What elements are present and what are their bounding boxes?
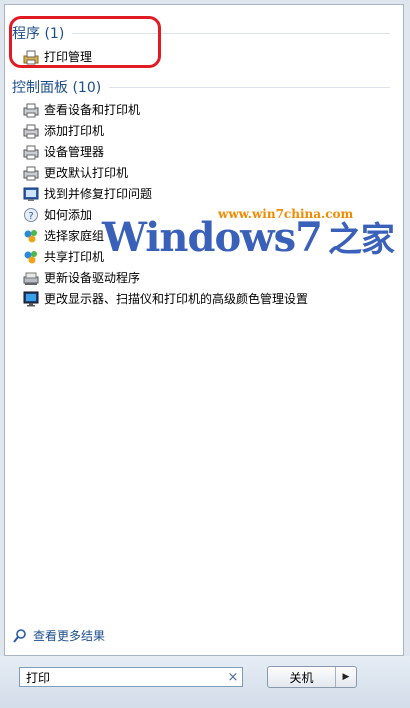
cp-item-add-printer[interactable]: 添加打印机 [23, 121, 104, 141]
shutdown-button[interactable]: 关机 [268, 667, 336, 687]
svg-text:?: ? [28, 211, 33, 222]
cp-item-label: 更改默认打印机 [44, 166, 129, 180]
printer-icon [23, 165, 39, 181]
printer-icon [23, 144, 39, 160]
cp-item-update-driver[interactable]: 更新设备驱动程序 [23, 268, 140, 288]
cp-item-label: 更新设备驱动程序 [44, 271, 141, 285]
cp-item-share-printer[interactable]: 共享打印机 [23, 247, 104, 267]
shutdown-button-group: 关机 ▶ [267, 666, 357, 688]
cp-item-color-management[interactable]: 更改显示器、扫描仪和打印机的高级颜色管理设置 [23, 289, 308, 309]
control-panel-header: 控制面板 (10) [12, 77, 390, 97]
search-input[interactable]: 打印 × [19, 667, 243, 687]
cp-item-device-manager[interactable]: 设备管理器 [23, 142, 104, 162]
watermark-brand-cn: 之家 [327, 220, 395, 260]
cp-item-label: 找到并修复打印问题 [44, 187, 153, 201]
see-more-results-label: 查看更多结果 [33, 629, 106, 643]
cp-item-default-printer[interactable]: 更改默认打印机 [23, 163, 128, 183]
search-input-value[interactable]: 打印 [20, 669, 224, 686]
cp-item-homegroup[interactable]: 选择家庭组 [23, 226, 104, 246]
cp-item-label: 选择家庭组 [44, 229, 105, 243]
cp-item-how-to-add[interactable]: ? 如何添加 [23, 205, 92, 225]
homegroup-icon [23, 249, 39, 265]
cp-item-label: 如何添加 [44, 208, 93, 222]
homegroup-icon [23, 228, 39, 244]
cp-item-troubleshoot-printing[interactable]: 找到并修复打印问题 [23, 184, 152, 204]
cp-item-label: 添加打印机 [44, 124, 105, 138]
shutdown-options-arrow-icon[interactable]: ▶ [336, 667, 356, 687]
divider [109, 86, 390, 88]
help-icon: ? [23, 207, 39, 223]
printer-icon [23, 123, 39, 139]
control-panel-header-label: 控制面板 (10) [12, 80, 102, 96]
cp-item-label: 查看设备和打印机 [44, 103, 141, 117]
cp-item-label: 共享打印机 [44, 250, 105, 264]
cp-item-label: 设备管理器 [44, 145, 105, 159]
watermark-logo: Windows7 之家 [102, 212, 395, 261]
troubleshoot-icon [23, 186, 39, 202]
printer-icon [23, 102, 39, 118]
search-icon [12, 628, 28, 644]
monitor-icon [23, 291, 39, 307]
cp-item-label: 更改显示器、扫描仪和打印机的高级颜色管理设置 [44, 292, 309, 306]
device-driver-icon [23, 270, 39, 286]
clear-search-icon[interactable]: × [224, 670, 242, 685]
cp-item-devices-printers[interactable]: 查看设备和打印机 [23, 100, 140, 120]
see-more-results-link[interactable]: 查看更多结果 [12, 627, 105, 644]
watermark-brand: Windows7 [102, 214, 323, 261]
red-highlight-annotation [9, 16, 161, 68]
